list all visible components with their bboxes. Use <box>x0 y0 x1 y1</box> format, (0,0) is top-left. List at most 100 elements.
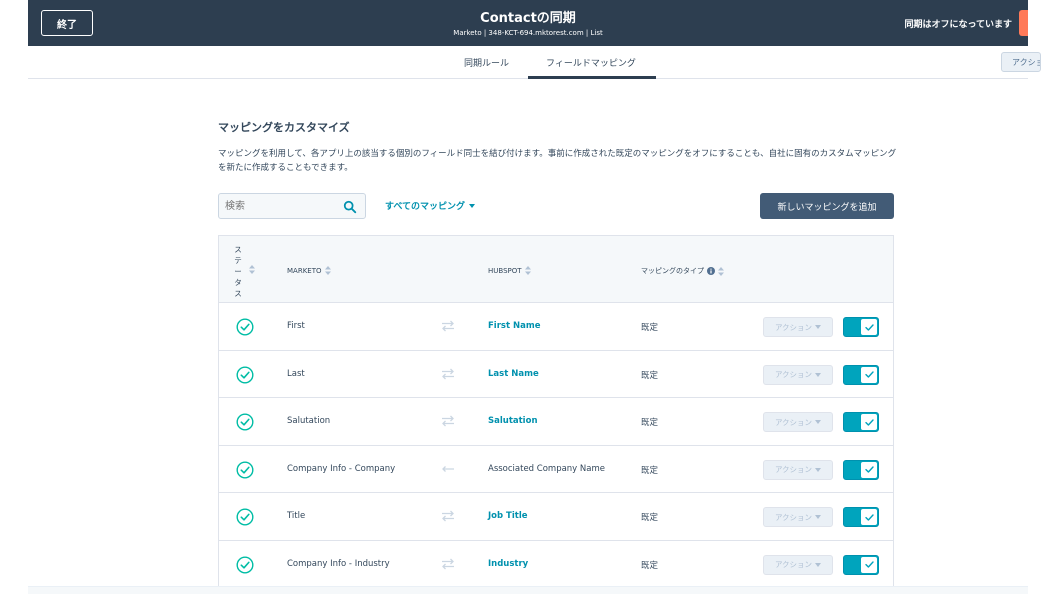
checkmark-icon <box>864 466 874 473</box>
marketo-field: Company Info - Industry <box>287 558 390 569</box>
row-actions-button[interactable]: アクション <box>763 507 833 527</box>
sync-arrows-icon <box>442 558 454 569</box>
sort-icon <box>524 266 531 275</box>
search-box[interactable] <box>218 193 366 219</box>
mapping-toggle[interactable] <box>843 507 879 527</box>
table-row: First First Name 既定 アクション <box>219 303 893 351</box>
status-check-icon <box>236 318 254 336</box>
tab-bar: 同期ルール フィールドマッピング アクション <box>28 46 1041 79</box>
bottom-strip <box>28 586 1028 594</box>
active-tab-indicator <box>528 76 656 79</box>
table-row: Last Last Name 既定 アクション <box>219 350 893 398</box>
right-gutter <box>1028 0 1056 594</box>
row-actions-button[interactable]: アクション <box>763 459 833 480</box>
row-actions-button[interactable]: アクション <box>763 317 833 337</box>
row-actions-label: アクション <box>774 512 813 522</box>
toggle-knob <box>861 414 877 430</box>
section-title: マッピングをカスタマイズ <box>218 121 350 134</box>
column-header-status[interactable]: ステータス <box>233 244 243 299</box>
page: 終了 Contactの同期 Marketo | 348-KCT-694.mkto… <box>0 0 1056 594</box>
sync-status-text: 同期はオフになっています <box>904 20 1012 30</box>
section-description: マッピングを利用して、各アプリ上の該当する個別のフィールド同士を結び付けます。事… <box>218 149 897 173</box>
status-check-icon <box>236 460 254 479</box>
page-title: Contactの同期 <box>480 11 576 26</box>
status-check-icon <box>236 365 254 384</box>
sync-arrows-icon <box>442 320 454 332</box>
column-header-mapping-type[interactable]: マッピングのタイプ <box>641 266 724 276</box>
marketo-field: First <box>287 321 305 331</box>
marketo-field: Salutation <box>287 416 331 426</box>
sort-icon <box>324 266 331 275</box>
row-actions-label: アクション <box>774 417 813 427</box>
sync-arrows-icon <box>442 510 454 522</box>
tab-sync-rules[interactable]: 同期ルール <box>464 56 509 69</box>
row-actions-label: アクション <box>774 322 813 332</box>
toggle-knob <box>861 366 877 383</box>
mapping-toggle[interactable] <box>843 554 879 575</box>
mapping-type: 既定 <box>641 513 659 523</box>
sync-arrows-icon <box>442 368 454 379</box>
toggle-knob <box>861 461 877 478</box>
title-wrap: Contactの同期 Marketo | 348-KCT-694.mktores… <box>28 7 1028 37</box>
marketo-field: Last <box>287 368 305 379</box>
hubspot-field[interactable]: Salutation <box>488 416 538 426</box>
caret-down-icon <box>815 562 822 567</box>
checkmark-icon <box>864 561 874 568</box>
hubspot-field[interactable]: Last Name <box>488 369 539 379</box>
column-header-marketo[interactable]: MARKETO <box>287 266 331 275</box>
search-input[interactable] <box>225 199 335 214</box>
row-actions-button[interactable]: アクション <box>763 412 833 432</box>
row-actions-label: アクション <box>774 465 813 474</box>
sort-icon <box>718 266 724 276</box>
marketo-field: Title <box>287 511 306 521</box>
status-check-icon <box>236 508 254 526</box>
column-header-hubspot[interactable]: HUBSPOT <box>488 266 531 275</box>
info-icon[interactable] <box>707 267 715 275</box>
caret-down-icon <box>815 467 822 472</box>
caret-down-icon <box>815 515 822 519</box>
row-actions-label: アクション <box>774 560 813 569</box>
table-row: Company Info - Company Associated Compan… <box>219 445 893 493</box>
column-header-marketo-label: MARKETO <box>287 266 322 275</box>
status-check-icon <box>236 555 254 574</box>
row-actions-button[interactable]: アクション <box>763 364 833 385</box>
hubspot-field[interactable]: Industry <box>488 559 528 569</box>
arrow-left-icon <box>442 465 454 472</box>
table-header: ステータス MARKETO HUBSPOT マッピングのタイプ <box>219 235 893 303</box>
search-icon[interactable] <box>343 200 357 214</box>
page-subtitle: Marketo | 348-KCT-694.mktorest.com | Lis… <box>453 29 603 37</box>
toggle-knob <box>861 556 877 573</box>
marketo-field: Company Info - Company <box>287 463 396 474</box>
mapping-toggle[interactable] <box>843 364 879 385</box>
mapping-toggle[interactable] <box>843 459 879 480</box>
mapping-type: 既定 <box>641 418 659 428</box>
column-header-hubspot-label: HUBSPOT <box>488 266 522 275</box>
sync-arrows-icon <box>442 415 454 427</box>
checkmark-icon <box>864 418 874 426</box>
header-actions-button[interactable]: アクション <box>1001 52 1041 72</box>
toggle-knob <box>861 319 877 335</box>
hubspot-field[interactable]: Job Title <box>488 511 528 521</box>
left-gutter <box>0 0 28 594</box>
caret-down-icon <box>815 372 822 377</box>
add-mapping-button[interactable]: 新しいマッピングを追加 <box>760 193 894 219</box>
checkmark-icon <box>864 371 874 378</box>
mapping-type: 既定 <box>641 370 659 381</box>
mapping-type: 既定 <box>641 323 659 333</box>
tab-field-mappings[interactable]: フィールドマッピング <box>546 56 636 69</box>
sort-icon[interactable] <box>249 265 255 274</box>
status-check-icon <box>236 413 254 431</box>
toggle-knob <box>861 509 877 525</box>
hubspot-field[interactable]: First Name <box>488 321 540 331</box>
mapping-toggle[interactable] <box>843 317 879 337</box>
checkmark-icon <box>864 323 874 331</box>
mapping-toggle[interactable] <box>843 412 879 432</box>
table-row: Title Job Title 既定 アクション <box>219 493 893 541</box>
mapping-table: ステータス MARKETO HUBSPOT マッピングのタイプ First Fi… <box>218 235 894 594</box>
row-actions-label: アクション <box>774 370 813 379</box>
row-actions-button[interactable]: アクション <box>763 554 833 575</box>
mapping-type: 既定 <box>641 560 659 571</box>
table-row: Company Info - Industry Industry 既定 アクショ… <box>219 540 893 588</box>
hubspot-field: Associated Company Name <box>488 463 605 474</box>
mapping-filter-dropdown[interactable]: すべてのマッピング <box>385 199 476 212</box>
